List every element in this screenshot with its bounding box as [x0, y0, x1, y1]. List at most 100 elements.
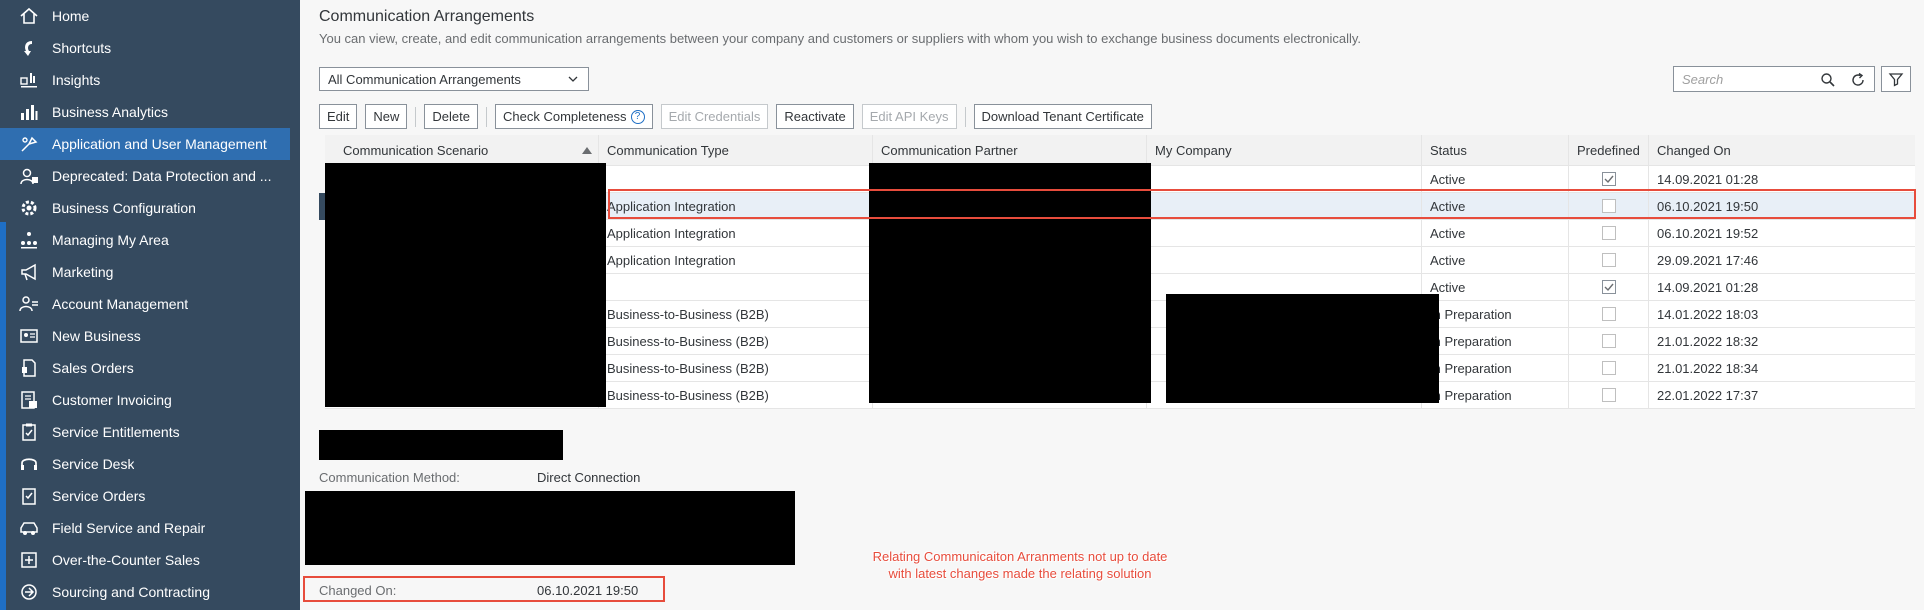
sidebar-item-account-management[interactable]: Account Management — [0, 288, 290, 320]
column-header-scenario[interactable]: Communication Scenario — [325, 135, 599, 166]
cell-type: Application Integration — [599, 220, 873, 247]
sidebar-item-label: Marketing — [52, 264, 114, 280]
predefined-checkbox — [1602, 307, 1616, 321]
service-order-icon — [18, 485, 40, 507]
megaphone-icon — [18, 261, 40, 283]
page-description: You can view, create, and edit communica… — [319, 31, 1361, 46]
cell-changed-on-text: 14.01.2022 18:03 — [1657, 307, 1759, 322]
check-completeness-button[interactable]: Check Completeness ? — [495, 104, 653, 129]
cell-changed-on: 06.10.2021 19:52 — [1649, 220, 1915, 247]
highlight-row-box — [608, 189, 1916, 219]
org-chart-icon — [18, 229, 40, 251]
sidebar-item-marketing[interactable]: Marketing — [0, 256, 290, 288]
sidebar-item-label: Insights — [52, 72, 101, 88]
cell-predefined — [1569, 355, 1649, 382]
sidebar-item-service-desk[interactable]: Service Desk — [0, 448, 290, 480]
cell-status-text: In Preparation — [1430, 388, 1512, 403]
column-header-label: Communication Type — [607, 143, 729, 158]
download-tenant-certificate-button[interactable]: Download Tenant Certificate — [973, 104, 1152, 129]
reactivate-button[interactable]: Reactivate — [776, 104, 854, 129]
cell-changed-on-text: 14.09.2021 01:28 — [1657, 280, 1759, 295]
sidebar-item-application-user-management[interactable]: Application and User Management — [0, 128, 290, 160]
toolbar-separator — [486, 106, 487, 127]
column-header-partner[interactable]: Communication Partner — [873, 135, 1147, 166]
edit-button[interactable]: Edit — [319, 104, 358, 129]
cell-predefined — [1569, 274, 1649, 301]
chevron-down-icon — [568, 76, 578, 82]
cell-type — [599, 274, 873, 301]
column-header-status[interactable]: Status — [1422, 135, 1569, 166]
new-button[interactable]: New — [365, 104, 408, 129]
cell-my-company — [1147, 220, 1422, 247]
cell-changed-on: 22.01.2022 17:37 — [1649, 382, 1915, 409]
sidebar-item-label: Sourcing and Contracting — [52, 584, 210, 600]
account-icon — [18, 293, 40, 315]
sidebar-item-customer-invoicing[interactable]: Customer Invoicing — [0, 384, 290, 416]
cell-status: Active — [1422, 274, 1569, 301]
sidebar-item-label: Application and User Management — [52, 136, 267, 152]
sidebar-item-business-configuration[interactable]: Business Configuration — [0, 192, 290, 224]
sidebar-item-label: Over-the-Counter Sales — [52, 552, 200, 568]
sidebar-item-label: Deprecated: Data Protection and ... — [52, 168, 272, 184]
sidebar-item-data-protection[interactable]: Deprecated: Data Protection and ... — [0, 160, 290, 192]
cell-status: Active — [1422, 220, 1569, 247]
cell-status-text: In Preparation — [1430, 334, 1512, 349]
delete-button[interactable]: Delete — [424, 104, 478, 129]
sidebar-item-business-analytics[interactable]: Business Analytics — [0, 96, 290, 128]
shortcut-icon — [18, 37, 40, 59]
predefined-checkbox — [1602, 388, 1616, 402]
edit-api-keys-button[interactable]: Edit API Keys — [861, 104, 957, 129]
refresh-icon[interactable] — [1850, 72, 1866, 88]
sidebar-item-service-orders[interactable]: Service Orders — [0, 480, 290, 512]
check-completeness-label: Check Completeness — [503, 109, 627, 124]
sidebar: Home Shortcuts Insights Business Analyti… — [0, 0, 300, 610]
sidebar-item-new-business[interactable]: New Business — [0, 320, 290, 352]
highlight-changed-on-box — [303, 576, 665, 602]
search-input[interactable]: Search — [1673, 66, 1875, 92]
search-placeholder: Search — [1682, 71, 1724, 87]
counter-icon — [18, 549, 40, 571]
sidebar-item-field-service[interactable]: Field Service and Repair — [0, 512, 290, 544]
cell-changed-on: 29.09.2021 17:46 — [1649, 247, 1915, 274]
predefined-checkbox — [1602, 172, 1616, 186]
entitlement-icon — [18, 421, 40, 443]
column-header-label: Communication Scenario — [343, 143, 489, 158]
sidebar-item-label: Shortcuts — [52, 40, 112, 56]
sidebar-item-label: Field Service and Repair — [52, 520, 206, 536]
column-header-my-company[interactable]: My Company — [1147, 135, 1422, 166]
sidebar-item-sourcing-contracting[interactable]: Sourcing and Contracting — [0, 576, 290, 608]
sidebar-item-label: Business Analytics — [52, 104, 168, 120]
cell-changed-on: 21.01.2022 18:34 — [1649, 355, 1915, 382]
sidebar-item-service-entitlements[interactable]: Service Entitlements — [0, 416, 290, 448]
sidebar-item-label: Home — [52, 8, 90, 24]
sidebar-item-label: Business Configuration — [52, 200, 196, 216]
column-header-changed-on[interactable]: Changed On — [1649, 135, 1915, 166]
column-header-predefined[interactable]: Predefined — [1569, 135, 1649, 166]
sort-ascending-icon[interactable] — [582, 147, 592, 154]
toolbar-separator — [415, 106, 417, 127]
cell-type-text: Business-to-Business (B2B) — [607, 334, 769, 349]
filter-button[interactable] — [1881, 66, 1911, 92]
sidebar-item-label: Service Desk — [52, 456, 135, 472]
communication-method-value: Direct Connection — [537, 470, 641, 485]
search-icon[interactable] — [1820, 72, 1836, 88]
sidebar-item-insights[interactable]: Insights — [0, 64, 290, 96]
cell-status-text: In Preparation — [1430, 361, 1512, 376]
sidebar-item-label: Account Management — [52, 296, 189, 312]
edit-credentials-button[interactable]: Edit Credentials — [660, 104, 769, 129]
sidebar-item-home[interactable]: Home — [0, 0, 290, 32]
cell-predefined — [1569, 328, 1649, 355]
sidebar-item-managing-my-area[interactable]: Managing My Area — [0, 224, 290, 256]
redacted-block — [1166, 294, 1439, 403]
cell-predefined — [1569, 220, 1649, 247]
arrangement-filter-select[interactable]: All Communication Arrangements — [319, 67, 589, 91]
cell-status: In Preparation — [1422, 301, 1569, 328]
sidebar-item-shortcuts[interactable]: Shortcuts — [0, 32, 290, 64]
sidebar-item-over-the-counter-sales[interactable]: Over-the-Counter Sales — [0, 544, 290, 576]
sidebar-item-label: Sales Orders — [52, 360, 134, 376]
sidebar-item-sales-orders[interactable]: Sales Orders — [0, 352, 290, 384]
column-header-type[interactable]: Communication Type — [599, 135, 873, 166]
column-header-label: Predefined — [1577, 143, 1640, 158]
predefined-checkbox — [1602, 280, 1616, 294]
sidebar-item-label: Managing My Area — [52, 232, 169, 248]
